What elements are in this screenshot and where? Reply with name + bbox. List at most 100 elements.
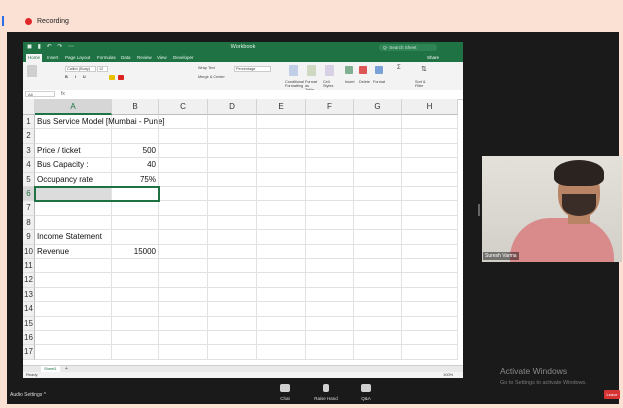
row-header[interactable]: 13 xyxy=(23,287,35,303)
search-sheet-input[interactable]: Q- Search Sheet xyxy=(379,44,437,51)
audio-settings-button[interactable]: Audio Settings ^ xyxy=(10,392,46,398)
cell-e17[interactable] xyxy=(257,345,306,360)
column-header-h[interactable]: H xyxy=(402,99,458,115)
cell-a1[interactable]: Bus Service Model [Mumbai - Pune] xyxy=(35,115,165,130)
cell-b15[interactable] xyxy=(112,316,159,331)
cell-b13[interactable] xyxy=(112,287,159,303)
cell-g3[interactable] xyxy=(354,143,402,159)
column-header-d[interactable]: D xyxy=(208,99,257,115)
leave-button[interactable]: Leave xyxy=(604,390,620,399)
cell-a14[interactable] xyxy=(35,302,112,317)
font-name-select[interactable]: Calibri (Body) xyxy=(65,66,96,72)
row-header[interactable]: 14 xyxy=(23,302,35,317)
cell-g11[interactable] xyxy=(354,259,402,274)
cell-g7[interactable] xyxy=(354,201,402,216)
cell-f16[interactable] xyxy=(306,331,354,346)
row-header[interactable]: 15 xyxy=(23,316,35,331)
cell-c1[interactable] xyxy=(159,115,208,130)
cell-e2[interactable] xyxy=(257,129,306,144)
cell-e10[interactable] xyxy=(257,244,306,259)
cell-f6[interactable] xyxy=(306,187,354,202)
row-header[interactable]: 17 xyxy=(23,345,35,360)
column-header-b[interactable]: B xyxy=(112,99,159,115)
row-header[interactable]: 3 xyxy=(23,143,35,159)
row-header[interactable]: 4 xyxy=(23,158,35,173)
column-header-e[interactable]: E xyxy=(257,99,306,115)
row-header[interactable]: 11 xyxy=(23,259,35,274)
cell-d15[interactable] xyxy=(208,316,257,331)
merge-center-button[interactable]: Merge & Center xyxy=(198,75,225,79)
cell-h1[interactable] xyxy=(402,115,458,130)
font-size-select[interactable]: 12 xyxy=(97,66,108,72)
cell-g15[interactable] xyxy=(354,316,402,331)
cell-b9[interactable] xyxy=(112,230,159,245)
cell-g17[interactable] xyxy=(354,345,402,360)
cell-b14[interactable] xyxy=(112,302,159,317)
cell-c3[interactable] xyxy=(159,143,208,159)
cell-a10[interactable]: Revenue xyxy=(35,244,112,259)
cell-e15[interactable] xyxy=(257,316,306,331)
cell-h17[interactable] xyxy=(402,345,458,360)
cell-e5[interactable] xyxy=(257,172,306,187)
cell-g8[interactable] xyxy=(354,215,402,231)
chat-button[interactable]: Chat xyxy=(265,384,305,401)
cell-f17[interactable] xyxy=(306,345,354,360)
tab-page-layout[interactable]: Page Layout xyxy=(63,54,92,62)
cell-d2[interactable] xyxy=(208,129,257,144)
cell-h14[interactable] xyxy=(402,302,458,317)
cell-g14[interactable] xyxy=(354,302,402,317)
delete-cells-icon[interactable] xyxy=(359,66,367,74)
tab-home[interactable]: Home xyxy=(26,54,43,62)
cell-h2[interactable] xyxy=(402,129,458,144)
cell-d12[interactable] xyxy=(208,273,257,288)
cell-d8[interactable] xyxy=(208,215,257,231)
cell-g13[interactable] xyxy=(354,287,402,303)
cell-a7[interactable] xyxy=(35,201,112,216)
cell-h7[interactable] xyxy=(402,201,458,216)
cell-a2[interactable] xyxy=(35,129,112,144)
cell-d5[interactable] xyxy=(208,172,257,187)
cell-e9[interactable] xyxy=(257,230,306,245)
cell-e13[interactable] xyxy=(257,287,306,303)
row-header[interactable]: 9 xyxy=(23,230,35,245)
cell-b1[interactable] xyxy=(112,115,159,130)
fill-color-icon[interactable] xyxy=(109,75,115,80)
cell-c7[interactable] xyxy=(159,201,208,216)
cell-h11[interactable] xyxy=(402,259,458,274)
cell-a5[interactable]: Occupancy rate xyxy=(35,172,112,187)
cell-e16[interactable] xyxy=(257,331,306,346)
cell-c12[interactable] xyxy=(159,273,208,288)
cell-d13[interactable] xyxy=(208,287,257,303)
column-header-g[interactable]: G xyxy=(354,99,402,115)
cell-b17[interactable] xyxy=(112,345,159,360)
cell-e14[interactable] xyxy=(257,302,306,317)
cell-g12[interactable] xyxy=(354,273,402,288)
cell-g5[interactable] xyxy=(354,172,402,187)
row-header[interactable]: 1 xyxy=(23,115,35,130)
cell-e7[interactable] xyxy=(257,201,306,216)
cell-f14[interactable] xyxy=(306,302,354,317)
cell-b8[interactable] xyxy=(112,215,159,231)
cell-f9[interactable] xyxy=(306,230,354,245)
cell-d16[interactable] xyxy=(208,331,257,346)
tab-data[interactable]: Data xyxy=(119,54,133,62)
cell-b11[interactable] xyxy=(112,259,159,274)
cell-e11[interactable] xyxy=(257,259,306,274)
cell-c8[interactable] xyxy=(159,215,208,231)
cell-e1[interactable] xyxy=(257,115,306,130)
cell-b16[interactable] xyxy=(112,331,159,346)
number-format-select[interactable]: Percentage xyxy=(234,66,271,72)
cell-f3[interactable] xyxy=(306,143,354,159)
cell-a11[interactable] xyxy=(35,259,112,274)
cell-d3[interactable] xyxy=(208,143,257,159)
cell-a4[interactable]: Bus Capacity : xyxy=(35,158,112,173)
cell-b10[interactable]: 15000 xyxy=(112,244,159,259)
cell-c15[interactable] xyxy=(159,316,208,331)
cell-d9[interactable] xyxy=(208,230,257,245)
cell-d4[interactable] xyxy=(208,158,257,173)
name-box[interactable]: A6 xyxy=(25,91,55,97)
cell-a8[interactable] xyxy=(35,215,112,231)
cell-a16[interactable] xyxy=(35,331,112,346)
cell-c6[interactable] xyxy=(159,187,208,202)
cell-c14[interactable] xyxy=(159,302,208,317)
